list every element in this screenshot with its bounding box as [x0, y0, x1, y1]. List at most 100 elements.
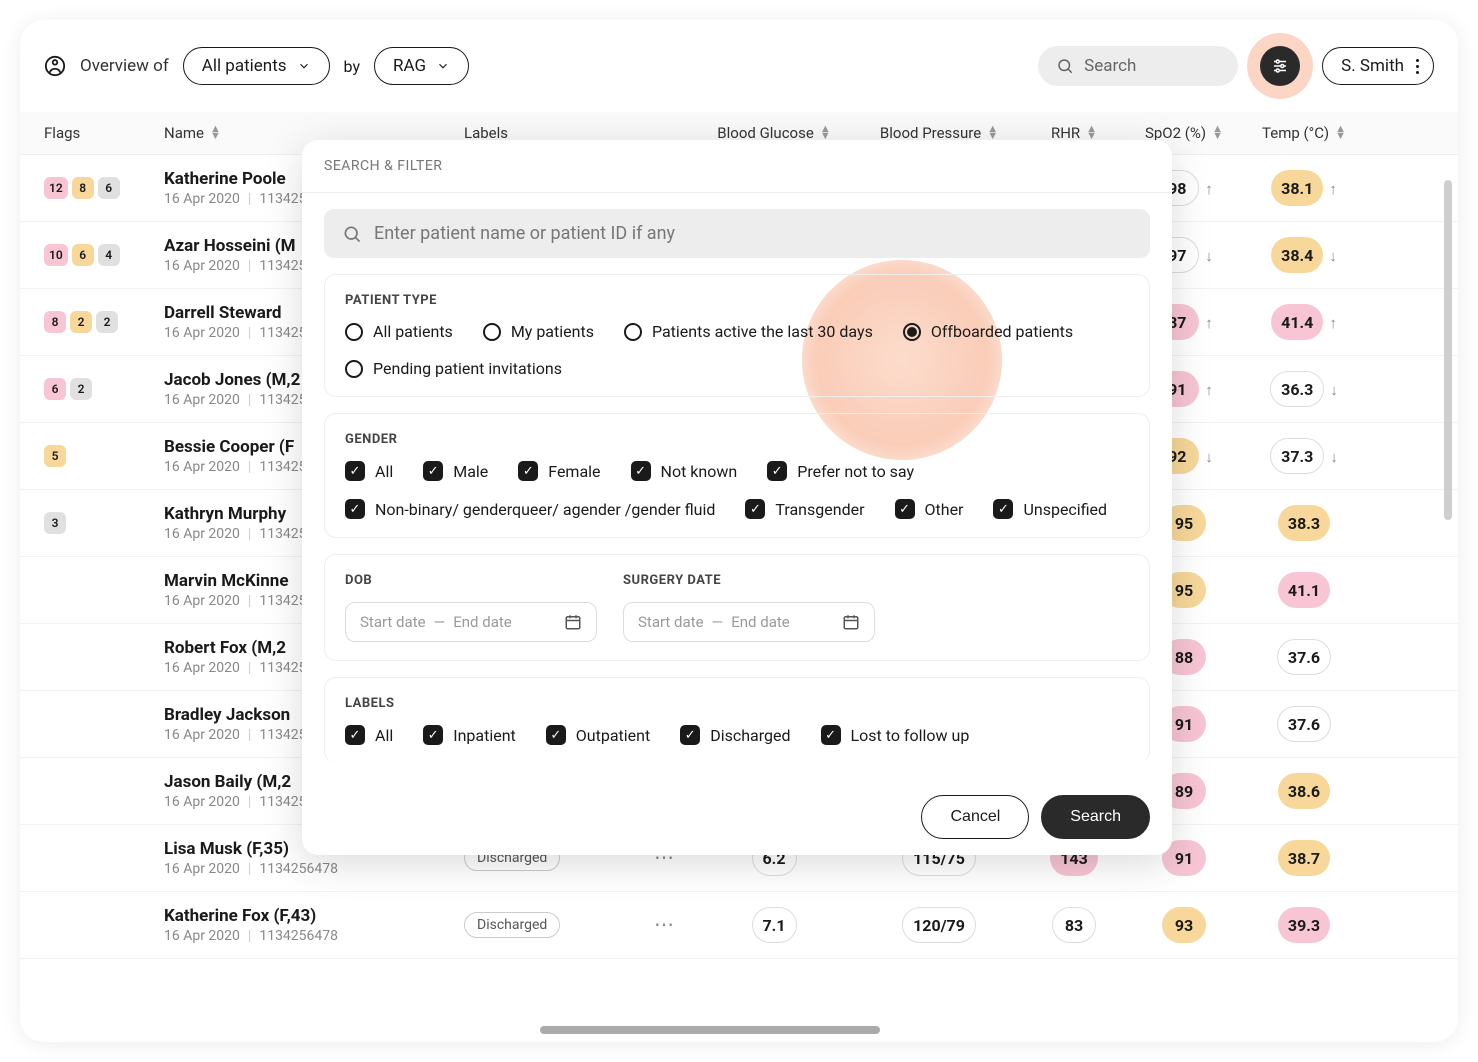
patient-type-title: PATIENT TYPE [345, 293, 1129, 308]
label-option[interactable]: ✓Inpatient [423, 725, 516, 745]
sliders-icon [1271, 57, 1289, 75]
flag-badge: 6 [44, 378, 66, 400]
checkbox-icon: ✓ [767, 461, 787, 481]
vertical-scrollbar[interactable] [1444, 180, 1452, 520]
temp-value: 41.1 [1278, 572, 1330, 608]
temp-value: 37.3 [1270, 438, 1324, 474]
gender-option[interactable]: ✓Prefer not to say [767, 461, 914, 481]
rhr-value: 83 [1052, 907, 1096, 943]
table-row[interactable]: Katherine Fox (F,43) 16 Apr 2020|11342564… [20, 892, 1458, 959]
trend-icon: ↓ [1330, 448, 1338, 466]
temp-value: 38.1 [1271, 170, 1323, 206]
gender-option[interactable]: ✓Non-binary/ genderqueer/ agender /gende… [345, 499, 715, 519]
labels-section: LABELS ✓All ✓Inpatient ✓Outpatient ✓Dischar… [324, 677, 1150, 763]
dob-date-range[interactable]: Start date — End date [345, 602, 597, 642]
temp-value: 39.3 [1278, 907, 1330, 943]
flag-badge: 10 [44, 244, 68, 266]
gender-option[interactable]: ✓Unspecified [993, 499, 1107, 519]
row-actions[interactable]: ⋯ [654, 912, 676, 936]
gender-option[interactable]: ✓Not known [631, 461, 738, 481]
label-option[interactable]: ✓All [345, 725, 393, 745]
bg-value: 7.1 [752, 907, 797, 943]
checkbox-icon: ✓ [546, 725, 566, 745]
gender-option[interactable]: ✓Other [895, 499, 964, 519]
checkbox-icon: ✓ [993, 499, 1013, 519]
cancel-button[interactable]: Cancel [921, 795, 1029, 839]
label-option[interactable]: ✓Lost to follow up [821, 725, 970, 745]
sort-icon: ▲▼ [820, 126, 831, 139]
temp-value: 37.6 [1277, 639, 1331, 675]
flag-badge: 4 [98, 244, 120, 266]
modal-footer: Cancel Search [302, 779, 1172, 855]
surgery-title: SURGERY DATE [623, 573, 875, 588]
calendar-icon [564, 613, 582, 631]
patient-sub: 16 Apr 2020|1134256478 [164, 928, 464, 944]
sort-icon: ▲▼ [1086, 126, 1097, 139]
label-chip: Discharged [464, 912, 560, 938]
search-button[interactable]: Search [1041, 795, 1150, 839]
gender-option[interactable]: ✓All [345, 461, 393, 481]
trend-icon: ↑ [1205, 180, 1213, 198]
trend-icon: ↑ [1205, 381, 1213, 399]
search-icon [1056, 57, 1074, 75]
label-option[interactable]: ✓Discharged [680, 725, 790, 745]
checkbox-icon: ✓ [631, 461, 651, 481]
gender-option[interactable]: ✓Female [518, 461, 600, 481]
trend-icon: ↓ [1205, 247, 1213, 265]
col-flags[interactable]: Flags [44, 124, 164, 142]
checkbox-icon: ✓ [345, 725, 365, 745]
checkbox-icon: ✓ [821, 725, 841, 745]
bp-value: 120/79 [902, 907, 976, 943]
gender-section: GENDER ✓All✓Male✓Female✓Not known✓Prefer… [324, 413, 1150, 538]
spo2-value: 93 [1162, 907, 1206, 943]
flag-badge: 6 [98, 177, 120, 199]
sort-by-dropdown[interactable]: RAG [374, 47, 469, 85]
temp-value: 38.7 [1278, 840, 1330, 876]
temp-value: 38.4 [1271, 237, 1323, 273]
gender-option[interactable]: ✓Transgender [745, 499, 864, 519]
filter-button[interactable] [1252, 38, 1308, 94]
trend-icon: ↓ [1330, 381, 1338, 399]
calendar-icon [842, 613, 860, 631]
by-label: by [344, 57, 360, 76]
checkbox-icon: ✓ [745, 499, 765, 519]
patient-type-option[interactable]: Pending patient invitations [345, 359, 562, 378]
sort-icon: ▲▼ [1335, 126, 1346, 139]
label-option[interactable]: ✓Outpatient [546, 725, 650, 745]
patient-sub: 16 Apr 2020|1134256478 [164, 861, 464, 877]
flag-badge: 5 [44, 445, 66, 467]
checkbox-icon: ✓ [423, 725, 443, 745]
sort-by-value: RAG [393, 56, 426, 76]
checkbox-icon: ✓ [345, 499, 365, 519]
horizontal-scrollbar[interactable] [540, 1026, 880, 1034]
labels-title: LABELS [345, 696, 1129, 711]
search-input[interactable]: Search [1038, 46, 1238, 86]
gender-option[interactable]: ✓Male [423, 461, 488, 481]
patients-filter-value: All patients [202, 56, 287, 76]
patient-type-option[interactable]: Offboarded patients [903, 322, 1073, 341]
trend-icon: ↓ [1329, 247, 1337, 265]
surgery-date-range[interactable]: Start date — End date [623, 602, 875, 642]
col-temp[interactable]: Temp (°C)▲▼ [1244, 124, 1364, 142]
sort-icon: ▲▼ [1212, 126, 1223, 139]
checkbox-icon: ✓ [518, 461, 538, 481]
patient-name: Katherine Fox (F,43) [164, 906, 464, 926]
patients-filter-dropdown[interactable]: All patients [183, 47, 330, 85]
search-icon [342, 224, 362, 244]
flag-badge: 3 [44, 512, 66, 534]
flag-badge: 6 [72, 244, 94, 266]
flag-badge: 2 [70, 378, 92, 400]
search-filter-modal: SEARCH & FILTER Enter patient name or pa… [302, 140, 1172, 855]
flag-badge: 12 [44, 177, 68, 199]
trend-icon: ↑ [1329, 314, 1337, 332]
checkbox-icon: ✓ [345, 461, 365, 481]
kebab-icon [1416, 59, 1419, 74]
user-menu[interactable]: S. Smith [1322, 47, 1434, 85]
patient-type-option[interactable]: Patients active the last 30 days [624, 322, 873, 341]
patient-type-option[interactable]: All patients [345, 322, 453, 341]
filter-search-input[interactable]: Enter patient name or patient ID if any [324, 209, 1150, 258]
temp-value: 36.3 [1270, 371, 1324, 407]
dob-title: DOB [345, 573, 597, 588]
filter-search-placeholder: Enter patient name or patient ID if any [374, 223, 675, 244]
patient-type-option[interactable]: My patients [483, 322, 594, 341]
